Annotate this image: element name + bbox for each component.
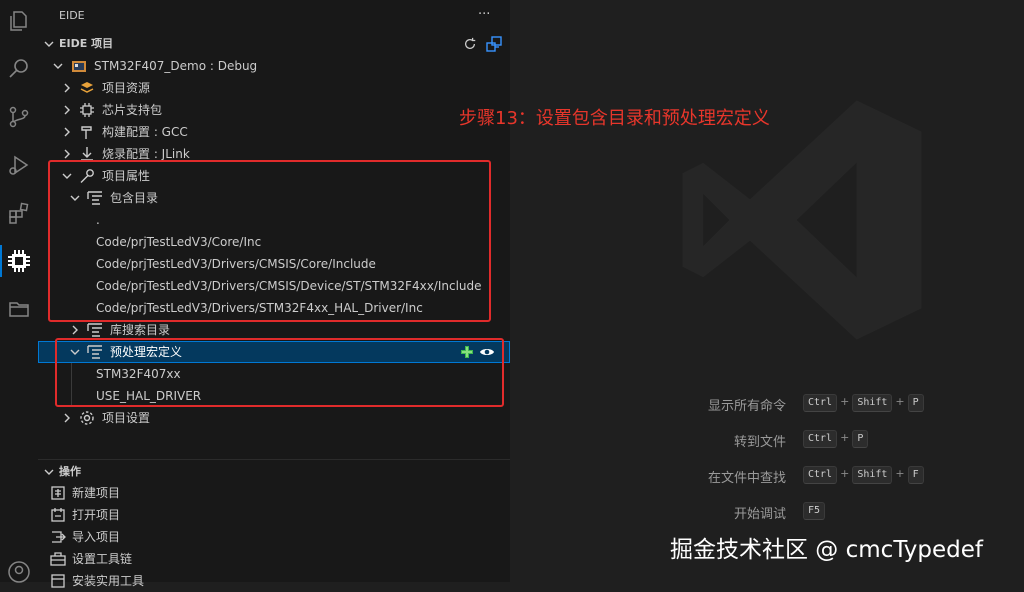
node-label: 项目设置 [102,411,151,425]
key: Shift [852,466,893,484]
node-label: 芯片支持包 [102,103,163,117]
toolbox-icon [50,551,66,567]
project-root[interactable]: STM32F407_Demo : Debug [38,55,510,77]
key: Ctrl [803,430,838,448]
section-title: 操作 [59,465,81,478]
section-header-ops[interactable]: 操作 [38,461,510,483]
chevron-right-icon [59,121,75,143]
key: Ctrl [803,394,838,412]
shortcut-label: 开始调试 [733,507,786,522]
refresh-icon[interactable] [462,36,478,52]
shortcut-keys: Ctrl + Shift + F [802,466,925,484]
op-label: 新建项目 [72,486,121,500]
shortcut-label: 显示所有命令 [707,399,786,414]
op-label: 安装实用工具 [72,574,145,588]
key: Shift [852,394,893,412]
watermark: 掘金技术社区 @ cmcTypedef [670,537,983,563]
op-import-project[interactable]: 导入项目 [38,526,510,548]
shortcut-keys: Ctrl + Shift + P [802,394,925,412]
key: P [907,394,924,412]
op-label: 打开项目 [72,508,121,522]
gear-icon [79,410,95,426]
node-chip-support[interactable]: 芯片支持包 [38,99,510,121]
explorer-icon[interactable] [3,5,35,37]
section-title: EIDE 项目 [59,37,114,50]
activity-bar [0,0,38,583]
chip-icon [79,102,95,118]
import-icon [50,529,66,545]
shortcut-row: 在文件中查找 Ctrl + Shift + F [510,466,1024,486]
more-actions-icon[interactable]: ··· [478,4,490,26]
switch-project-icon[interactable] [486,36,502,52]
editor-empty: 显示所有命令 Ctrl + Shift + P 转到文件 Ctrl + P 在文件中查找 C… [510,0,1024,582]
node-resources[interactable]: 项目资源 [38,77,510,99]
shortcut-keys: Ctrl + P [802,430,869,448]
list-icon [87,322,103,338]
folder-stack-icon[interactable] [3,293,35,325]
annotation-box-include [48,160,491,322]
op-install-utils[interactable]: 安装实用工具 [38,570,510,592]
tools-icon [50,573,66,589]
project-board-icon [71,58,87,74]
active-indicator [0,245,2,277]
op-label: 导入项目 [72,530,121,544]
source-control-icon[interactable] [3,101,35,133]
project-name: STM32F407_Demo : Debug [94,59,258,73]
account-icon[interactable] [3,556,35,588]
node-label: 构建配置 : GCC [102,125,188,139]
shortcut-row: 显示所有命令 Ctrl + Shift + P [510,394,1024,414]
node-project-settings[interactable]: 项目设置 [38,407,510,429]
chevron-right-icon [59,77,75,99]
step-annotation: 步骤13：设置包含目录和预处理宏定义 [459,108,770,129]
eide-chip-icon[interactable] [3,245,35,277]
resources-icon [79,80,95,96]
shortcut-label: 转到文件 [733,435,786,450]
key: F [907,466,924,484]
key: P [852,430,869,448]
key: Ctrl [803,466,838,484]
op-label: 设置工具链 [72,552,133,566]
node-label: 项目资源 [102,81,151,95]
search-icon[interactable] [3,53,35,85]
chevron-right-icon [59,99,75,121]
open-project-icon [50,507,66,523]
annotation-box-macros [55,338,504,407]
new-project-icon [50,485,66,501]
section-header-eide[interactable]: EIDE 项目 [38,33,510,55]
hammer-icon [79,124,95,140]
chevron-down-icon [41,461,57,483]
shortcut-row: 开始调试 F5 [510,502,1024,522]
chevron-right-icon [59,407,75,429]
shortcut-keys: F5 [802,502,826,520]
shortcut-row: 转到文件 Ctrl + P [510,430,1024,450]
node-build-config[interactable]: 构建配置 : GCC [38,121,510,143]
key: F5 [803,502,826,520]
chevron-down-icon [41,33,57,55]
run-debug-icon[interactable] [3,149,35,181]
extensions-icon[interactable] [3,197,35,229]
panel-divider [38,459,510,460]
op-open-project[interactable]: 打开项目 [38,504,510,526]
shortcut-label: 在文件中查找 [707,471,786,486]
op-new-project[interactable]: 新建项目 [38,482,510,504]
sidebar-title: EIDE [59,9,85,22]
chevron-down-icon [50,55,66,77]
op-toolchain[interactable]: 设置工具链 [38,548,510,570]
